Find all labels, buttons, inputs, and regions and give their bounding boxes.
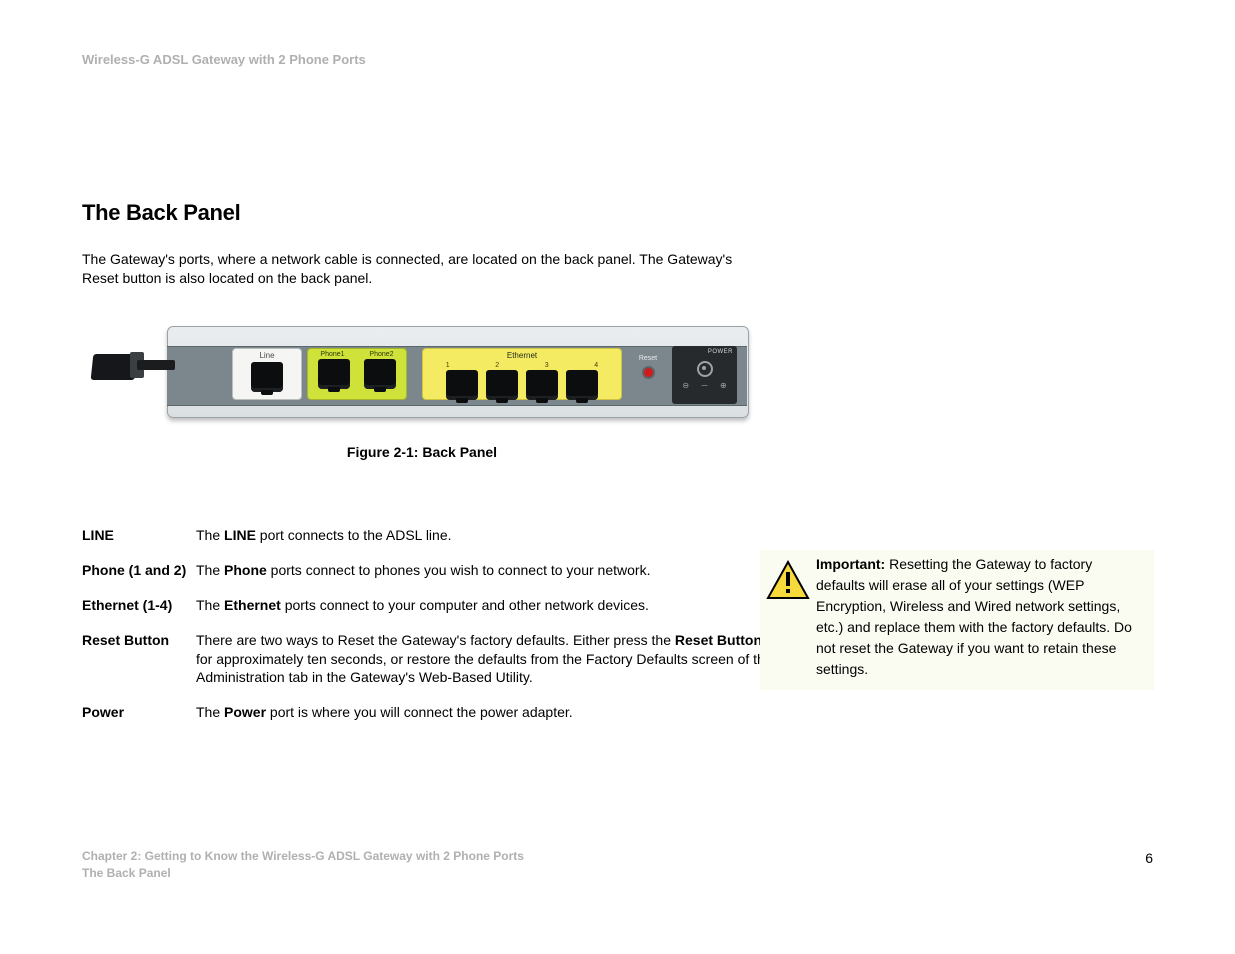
def-desc: There are two ways to Reset the Gateway'… xyxy=(196,631,782,688)
port-label-eth3: 3 xyxy=(545,362,549,369)
def-term: Phone (1 and 2) xyxy=(82,561,196,580)
figure-caption: Figure 2-1: Back Panel xyxy=(82,444,762,460)
section-title: The Back Panel xyxy=(82,200,240,226)
def-desc: The Phone ports connect to phones you wi… xyxy=(196,561,782,580)
router-illustration: Line Phone1 Phone2 Ethernet 1 2 3 4 xyxy=(82,316,762,436)
rj-port-eth2 xyxy=(486,370,518,400)
figure-back-panel: Line Phone1 Phone2 Ethernet 1 2 3 4 xyxy=(82,316,762,460)
def-term: Ethernet (1-4) xyxy=(82,596,196,615)
reset-zone: Reset xyxy=(627,351,669,397)
rj-port-eth3 xyxy=(526,370,558,400)
rj-port-eth1 xyxy=(446,370,478,400)
port-label-eth2: 2 xyxy=(495,362,499,369)
def-row-phone: Phone (1 and 2) The Phone ports connect … xyxy=(82,561,782,580)
rj-port-phone1 xyxy=(318,359,350,389)
important-callout: Important: Resetting the Gateway to fact… xyxy=(760,550,1154,690)
port-group-line: Line xyxy=(232,348,302,400)
antenna-icon xyxy=(82,356,172,394)
important-text: Important: Resetting the Gateway to fact… xyxy=(816,554,1150,680)
reset-button-icon xyxy=(644,368,653,377)
def-term: Reset Button xyxy=(82,631,196,688)
port-label-eth1: 1 xyxy=(446,362,450,369)
rj-port-eth4 xyxy=(566,370,598,400)
power-zone: POWER ⊖─⊕ xyxy=(672,346,737,404)
footer-sub-line: The Back Panel xyxy=(82,865,524,882)
rj-port-phone2 xyxy=(364,359,396,389)
footer-chapter: Chapter 2: Getting to Know the Wireless-… xyxy=(82,848,524,882)
port-label-line: Line xyxy=(233,351,301,360)
def-term: LINE xyxy=(82,526,196,545)
port-label-reset: Reset xyxy=(627,355,669,362)
port-label-phone2: Phone2 xyxy=(369,351,393,358)
def-row-reset: Reset Button There are two ways to Reset… xyxy=(82,631,782,688)
def-row-ethernet: Ethernet (1-4) The Ethernet ports connec… xyxy=(82,596,782,615)
def-desc: The Power port is where you will connect… xyxy=(196,703,782,722)
port-group-ethernet: Ethernet 1 2 3 4 xyxy=(422,348,622,400)
page-number: 6 xyxy=(1145,850,1153,866)
def-term: Power xyxy=(82,703,196,722)
power-jack-icon xyxy=(697,361,713,377)
power-polarity-icon: ⊖─⊕ xyxy=(676,381,733,390)
section-intro: The Gateway's ports, where a network cab… xyxy=(82,250,762,288)
rj-port-line xyxy=(251,362,283,392)
port-label-ethernet: Ethernet xyxy=(423,351,621,360)
def-row-line: LINE The LINE port connects to the ADSL … xyxy=(82,526,782,545)
def-row-power: Power The Power port is where you will c… xyxy=(82,703,782,722)
port-definitions: LINE The LINE port connects to the ADSL … xyxy=(82,526,782,738)
def-desc: The LINE port connects to the ADSL line. xyxy=(196,526,782,545)
warning-icon xyxy=(760,554,816,680)
port-label-eth4: 4 xyxy=(594,362,598,369)
footer-chapter-line: Chapter 2: Getting to Know the Wireless-… xyxy=(82,848,524,865)
port-label-phone1: Phone1 xyxy=(320,351,344,358)
def-desc: The Ethernet ports connect to your compu… xyxy=(196,596,782,615)
port-label-power: POWER xyxy=(676,349,733,355)
document-header: Wireless-G ADSL Gateway with 2 Phone Por… xyxy=(82,52,366,67)
port-group-phone: Phone1 Phone2 xyxy=(307,348,407,400)
